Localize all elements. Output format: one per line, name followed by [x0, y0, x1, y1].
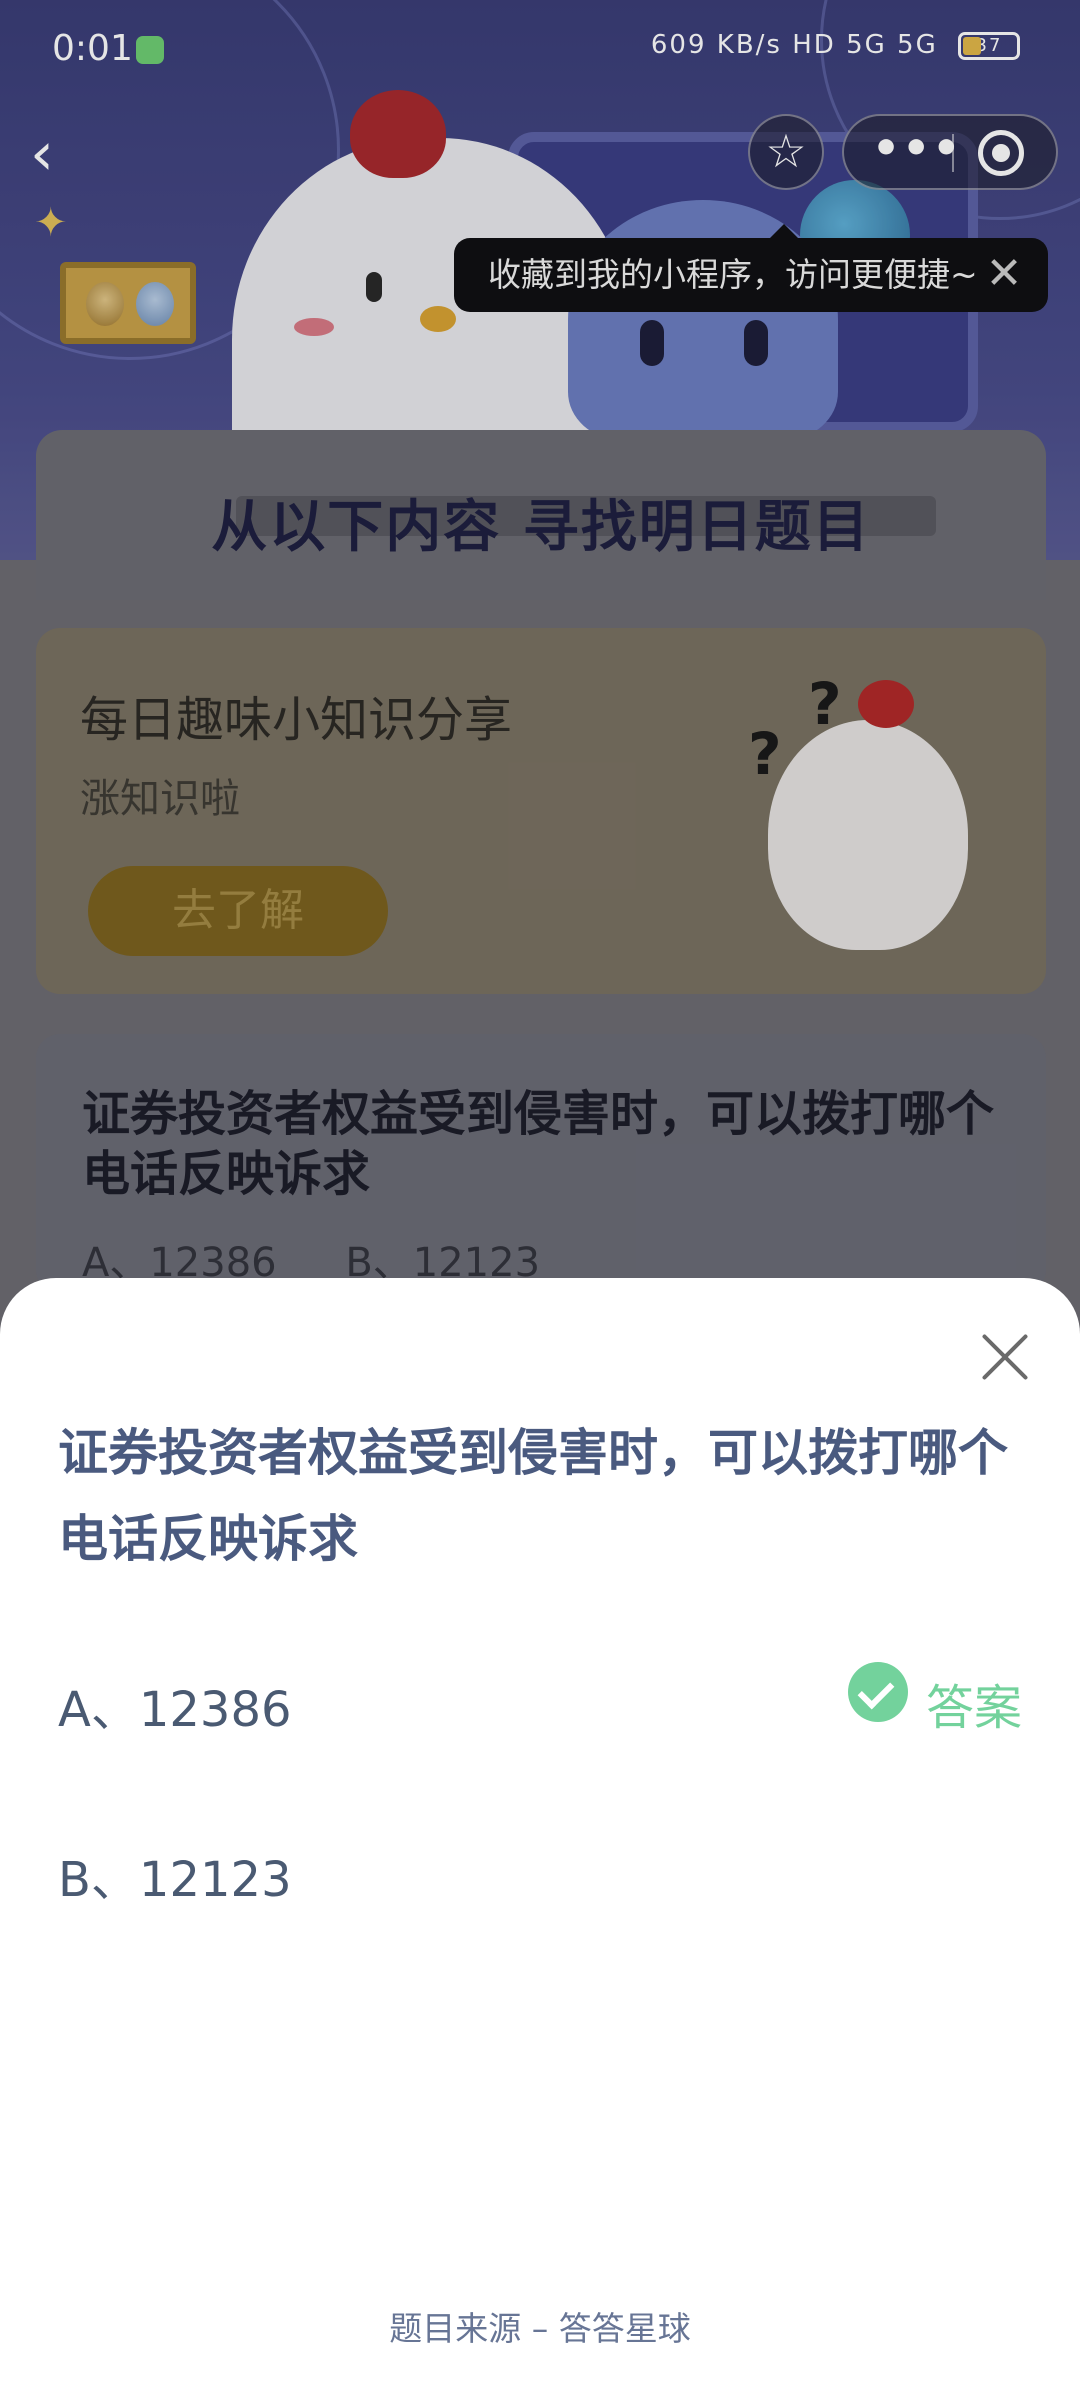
answer-label: 答案	[926, 1680, 1023, 1736]
option-a[interactable]: A、12386 答案	[0, 1644, 1080, 1754]
check-circle-icon	[848, 1662, 908, 1722]
sheet-question: 证券投资者权益受到侵害时，可以拨打哪个电话反映诉求	[58, 1424, 1008, 1568]
source-footer: 题目来源 – 答答星球	[389, 2309, 691, 2348]
option-label: A、12386	[58, 1682, 292, 1738]
option-b[interactable]: B、12123	[0, 1814, 1080, 1924]
answer-sheet: 证券投资者权益受到侵害时，可以拨打哪个电话反映诉求 A、12386 答案 B、1…	[0, 1278, 1080, 2400]
close-icon[interactable]	[972, 1324, 1038, 1390]
option-label: B、12123	[58, 1852, 292, 1908]
